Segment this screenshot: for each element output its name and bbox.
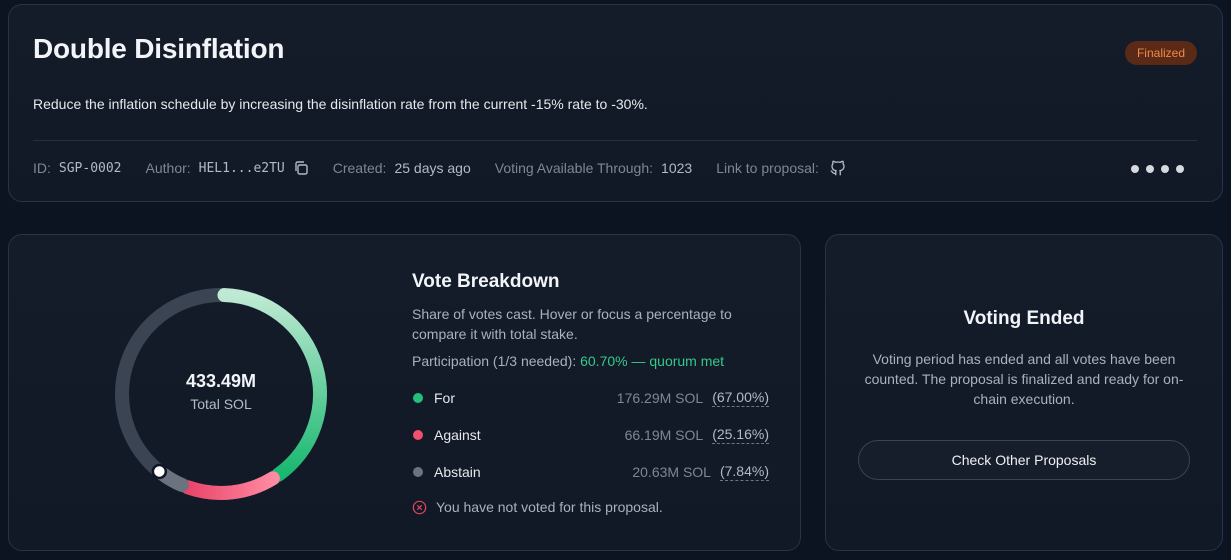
not-voted-notice: You have not voted for this proposal. [412, 499, 663, 515]
meta-voting: Voting Available Through: 1023 [495, 160, 692, 176]
vote-row-against: Against 66.19M SOL (25.16%) [412, 425, 769, 445]
meta-author-label: Author: [145, 160, 191, 176]
donut-slice-against [181, 471, 280, 500]
vote-donut-chart [115, 288, 327, 500]
vote-label: For [434, 390, 455, 406]
proposal-header-card: Double Disinflation Finalized Reduce the… [8, 4, 1223, 202]
donut-slice-for [217, 288, 327, 482]
github-icon[interactable] [829, 159, 847, 177]
dot [1176, 165, 1184, 173]
meta-id-label: ID: [33, 160, 51, 176]
participation: Participation (1/3 needed): 60.70% — quo… [412, 353, 724, 369]
copy-icon[interactable] [293, 160, 309, 176]
vote-breakdown-title: Vote Breakdown [412, 271, 560, 292]
voting-ended-card: Voting Ended Voting period has ended and… [825, 234, 1223, 551]
vote-percentage[interactable]: (67.00%) [712, 389, 769, 407]
not-voted-text: You have not voted for this proposal. [436, 499, 663, 515]
vote-percentage[interactable]: (25.16%) [712, 426, 769, 444]
meta-author-value: HEL1...e2TU [198, 160, 285, 176]
meta-created: Created: 25 days ago [333, 160, 471, 176]
vote-row-abstain: Abstain 20.63M SOL (7.84%) [412, 462, 769, 482]
dot [1161, 165, 1169, 173]
proposal-description: Reduce the inflation schedule by increas… [33, 96, 648, 112]
for-color-dot [413, 393, 423, 403]
vote-sol: 20.63M SOL [632, 464, 711, 480]
dot [1131, 165, 1139, 173]
meta-voting-label: Voting Available Through: [494, 160, 654, 176]
vote-sol: 176.29M SOL [616, 390, 704, 406]
voting-ended-description: Voting period has ended and all votes ha… [864, 351, 1184, 407]
meta-created-value: 25 days ago [394, 160, 471, 176]
x-circle-icon [412, 500, 427, 514]
vote-breakdown-card: 433.49M Total SOL Vote Breakdown Share o… [8, 234, 801, 551]
quorum-marker [151, 463, 168, 480]
meta-voting-value: 1023 [661, 160, 693, 176]
vote-label: Against [434, 427, 481, 443]
meta-id: ID: SGP-0002 [33, 160, 122, 176]
proposal-title: Double Disinflation [33, 33, 285, 64]
abstain-color-dot [413, 467, 423, 477]
divider [33, 140, 1197, 141]
meta-link-label: Link to proposal: [716, 160, 819, 176]
vote-percentage[interactable]: (7.84%) [719, 463, 769, 481]
against-color-dot [413, 430, 423, 440]
meta-created-label: Created: [332, 160, 387, 176]
status-badge: Finalized [1124, 41, 1197, 65]
meta-link: Link to proposal: [716, 159, 847, 177]
meta-author: Author: HEL1...e2TU [146, 160, 309, 176]
check-other-proposals-button[interactable]: Check Other Proposals [858, 440, 1190, 480]
vote-label: Abstain [434, 464, 481, 480]
participation-value: 60.70% — quorum met [580, 353, 725, 369]
vote-sol: 66.19M SOL [624, 427, 704, 443]
dot [1146, 165, 1154, 173]
more-dots-icon[interactable] [1131, 165, 1184, 173]
meta-id-value: SGP-0002 [58, 160, 122, 176]
vote-row-for: For 176.29M SOL (67.00%) [412, 388, 769, 408]
proposal-meta-row: ID: SGP-0002 Author: HEL1...e2TU Created… [33, 157, 871, 179]
participation-label: Participation (1/3 needed): [412, 353, 577, 369]
vote-breakdown-description: Share of votes cast. Hover or focus a pe… [412, 306, 732, 342]
voting-ended-title: Voting Ended [963, 308, 1085, 329]
